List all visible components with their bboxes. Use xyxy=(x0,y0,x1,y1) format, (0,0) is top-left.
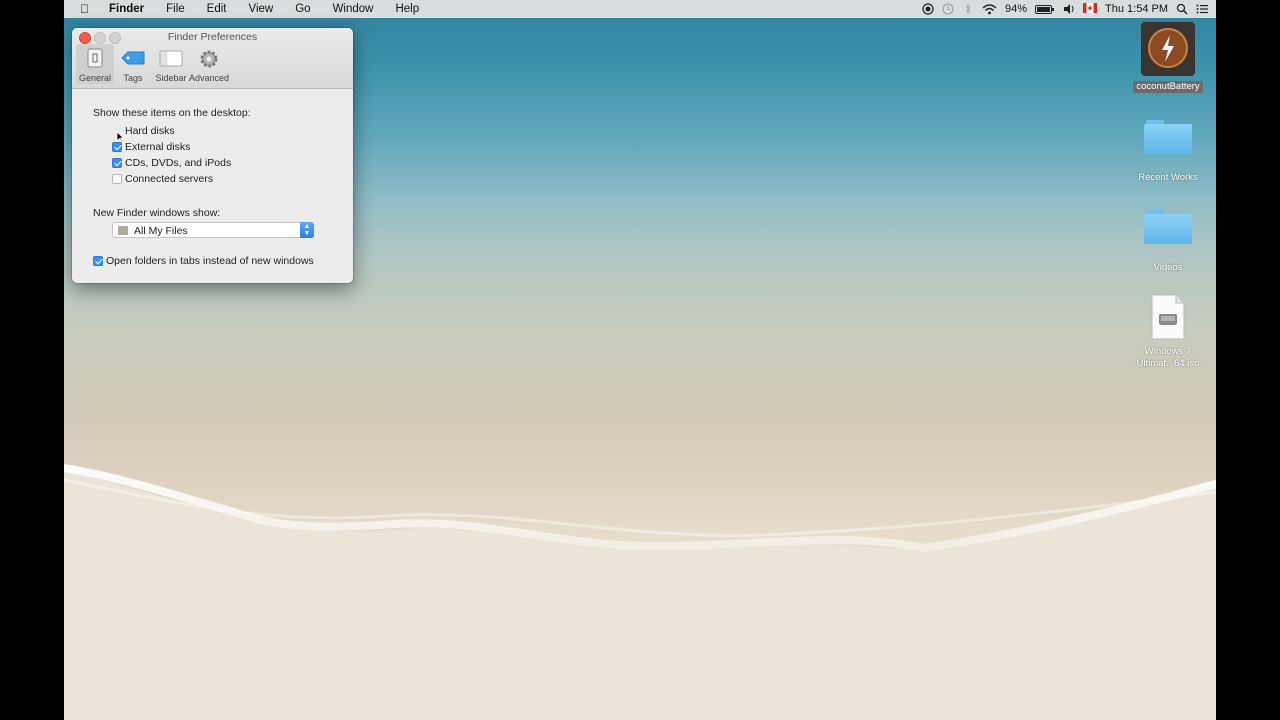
record-icon[interactable] xyxy=(922,3,934,15)
general-icon xyxy=(84,48,106,73)
window-title: Finder Preferences xyxy=(167,31,258,43)
bluetooth-icon[interactable] xyxy=(962,3,974,15)
desktop-icon-coconutbattery[interactable]: coconutBattery xyxy=(1123,22,1213,94)
menu-edit[interactable]: Edit xyxy=(196,0,238,18)
notification-center-icon[interactable] xyxy=(1196,3,1208,15)
status-area: 94% Thu 1:54 PM xyxy=(922,0,1216,18)
folder-icon xyxy=(1144,210,1192,244)
wifi-icon[interactable] xyxy=(982,3,997,15)
cds-dvds-ipods-label: CDs, DVDs, and iPods xyxy=(125,157,232,169)
window-toolbar: Finder Preferences General Tags Sidebar … xyxy=(72,28,353,89)
new-window-heading: New Finder windows show: xyxy=(93,207,221,219)
new-window-target-value: All My Files xyxy=(134,225,188,237)
sidebar-icon xyxy=(158,48,184,73)
menu-view[interactable]: View xyxy=(238,0,285,18)
menu-file[interactable]: File xyxy=(155,0,196,18)
coconutbattery-label: coconutBattery xyxy=(1133,81,1203,93)
cds-dvds-ipods-checkbox[interactable] xyxy=(112,158,122,168)
tab-sidebar[interactable]: Sidebar xyxy=(152,44,190,84)
connected-servers-option[interactable]: Connected servers xyxy=(112,173,213,185)
connected-servers-label: Connected servers xyxy=(125,173,214,185)
battery-percent[interactable]: 94% xyxy=(1005,3,1027,15)
open-in-tabs-checkbox[interactable] xyxy=(93,256,103,266)
tag-icon xyxy=(120,48,146,73)
menu-window[interactable]: Window xyxy=(322,0,385,18)
coconutbattery-app-icon xyxy=(1141,22,1195,76)
desktop-items-heading: Show these items on the desktop: xyxy=(93,107,251,119)
desktop-icon-recent-works[interactable]: Recent Works xyxy=(1123,120,1213,185)
time-machine-icon[interactable] xyxy=(942,3,954,15)
open-in-tabs-label: Open folders in tabs instead of new wind… xyxy=(106,255,314,267)
canada-flag-icon[interactable] xyxy=(1083,3,1098,15)
all-my-files-icon xyxy=(118,226,128,235)
tab-advanced[interactable]: Advanced xyxy=(189,44,229,84)
desktop:  Finder File Edit View Go Window Help 9… xyxy=(64,0,1216,720)
cds-dvds-ipods-option[interactable]: CDs, DVDs, and iPods xyxy=(112,157,231,169)
menu-help[interactable]: Help xyxy=(384,0,430,18)
new-window-target-popup[interactable]: All My Files ▲ ▼ xyxy=(112,222,314,238)
finder-preferences-window: Finder Preferences General Tags Sidebar … xyxy=(72,28,353,283)
menu-app-name[interactable]: Finder xyxy=(98,0,155,18)
mouse-pointer-icon xyxy=(116,131,124,143)
apple-menu-icon[interactable]:  xyxy=(64,2,98,16)
menu-clock[interactable]: Thu 1:54 PM xyxy=(1105,3,1168,15)
gear-icon xyxy=(198,48,220,75)
hard-disks-label: Hard disks xyxy=(125,125,175,137)
external-disks-label: External disks xyxy=(125,141,191,153)
connected-servers-checkbox[interactable] xyxy=(112,174,122,184)
videos-label: Videos xyxy=(1153,262,1183,273)
battery-icon[interactable] xyxy=(1035,3,1055,15)
spotlight-search-icon[interactable] xyxy=(1176,3,1188,15)
folder-icon xyxy=(1144,120,1192,154)
disk-image-icon xyxy=(1150,294,1186,340)
tab-advanced-label: Advanced xyxy=(188,73,230,83)
preference-tabs: General Tags Sidebar Advanced xyxy=(76,44,229,84)
menu-go[interactable]: Go xyxy=(284,0,321,18)
desktop-icon-videos[interactable]: Videos xyxy=(1123,210,1213,275)
windows-iso-label: Windows 7 Ultimat...64.iso xyxy=(1136,346,1200,369)
tab-tags[interactable]: Tags xyxy=(114,44,152,84)
tab-general[interactable]: General xyxy=(76,44,114,84)
open-in-tabs-option[interactable]: Open folders in tabs instead of new wind… xyxy=(93,255,314,267)
desktop-icon-windows-iso[interactable]: Windows 7 Ultimat...64.iso xyxy=(1123,294,1213,371)
external-disks-checkbox[interactable] xyxy=(112,142,122,152)
recent-works-label: Recent Works xyxy=(1138,172,1198,183)
volume-icon[interactable] xyxy=(1063,3,1075,15)
popup-arrows-icon: ▲ ▼ xyxy=(300,222,314,238)
menu-bar:  Finder File Edit View Go Window Help 9… xyxy=(64,0,1216,18)
